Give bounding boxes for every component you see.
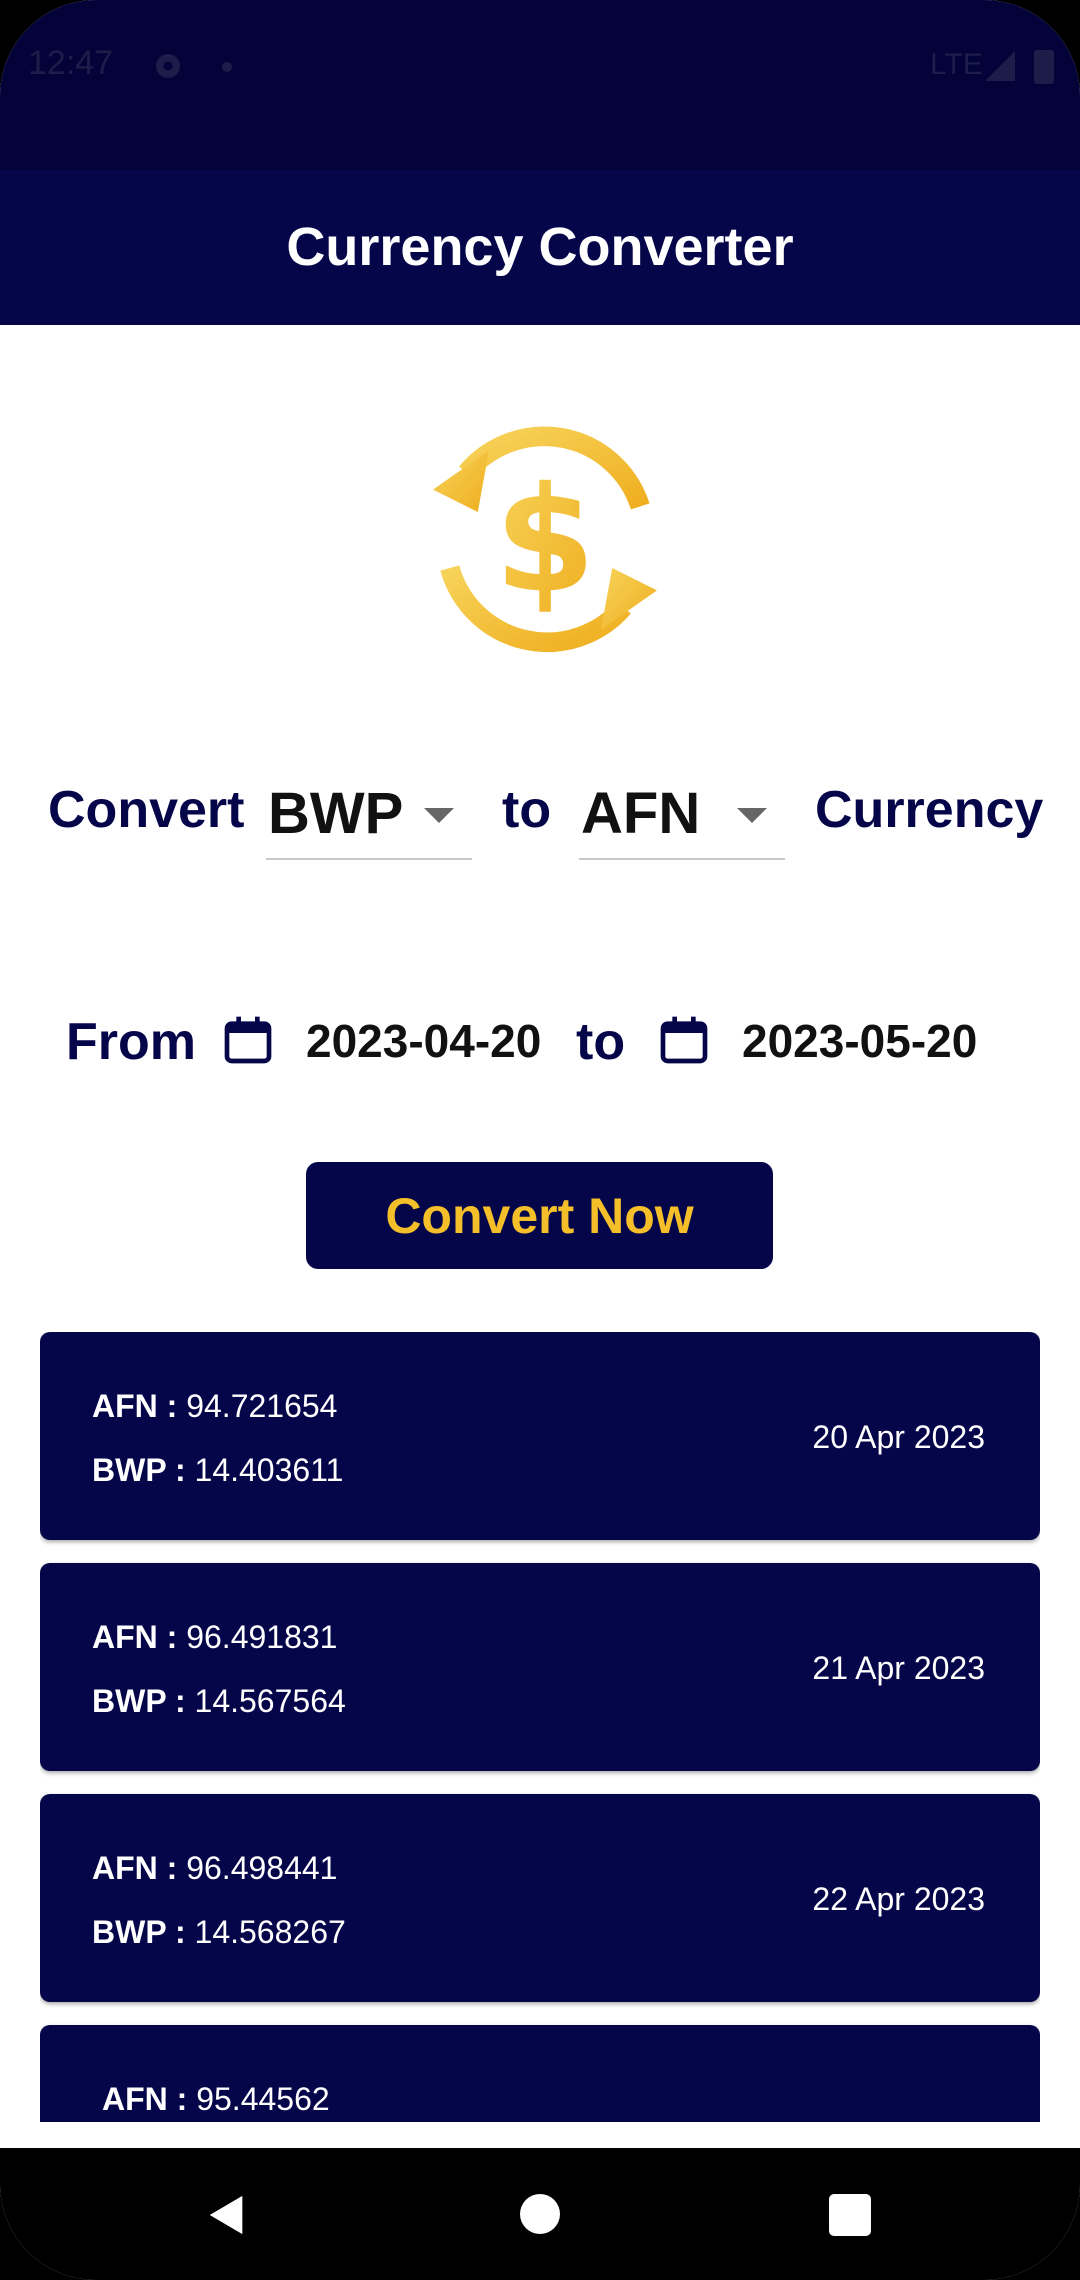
date-range-row: From 2023-04-20 to 2023-05-20 [0, 1000, 1080, 1090]
bwp-rate: BWP : 14.568267 [92, 1914, 346, 1951]
to-label: to [502, 781, 552, 839]
app-title: Currency Converter [286, 217, 794, 277]
navigation-bar [0, 2148, 1080, 2280]
bwp-label: BWP : [92, 1452, 186, 1488]
calendar-icon[interactable] [220, 1012, 276, 1068]
convert-now-button[interactable]: Convert Now [306, 1162, 773, 1269]
bwp-value: 14.403611 [194, 1452, 344, 1488]
afn-rate: AFN : 95.44562 [102, 2081, 330, 2118]
afn-rate: AFN : 94.721654 [92, 1388, 337, 1425]
afn-label: AFN : [92, 1388, 178, 1424]
afn-rate: AFN : 96.498441 [92, 1850, 337, 1887]
rate-date: 21 Apr 2023 [812, 1650, 985, 1686]
bwp-label: BWP : [92, 1683, 186, 1719]
from-currency-dropdown[interactable]: BWP [266, 770, 472, 860]
bwp-label: BWP : [92, 1914, 186, 1950]
svg-text:$: $ [494, 456, 595, 625]
app-screen: 12:47 LTE Currency Converter $ Convert B… [0, 0, 1080, 2280]
bwp-value: 14.568267 [194, 1914, 346, 1950]
afn-label: AFN : [92, 1619, 178, 1655]
from-date-value[interactable]: 2023-04-20 [306, 1014, 541, 1068]
rate-date: 22 Apr 2023 [812, 1881, 985, 1917]
afn-value: 96.491831 [186, 1619, 338, 1655]
to-date-value[interactable]: 2023-05-20 [742, 1014, 977, 1068]
battery-icon [1034, 50, 1054, 84]
to-currency-dropdown[interactable]: AFN [579, 770, 785, 860]
dot-icon [222, 62, 232, 72]
result-card[interactable]: AFN : 95.44562 [40, 2025, 1040, 2122]
status-bar: 12:47 LTE [0, 0, 1080, 170]
signal-icon [985, 51, 1015, 81]
bwp-rate: BWP : 14.403611 [92, 1452, 343, 1489]
result-card[interactable]: AFN : 96.498441 BWP : 14.568267 22 Apr 2… [40, 1794, 1040, 2002]
from-label: From [66, 1013, 196, 1071]
afn-label: AFN : [102, 2081, 188, 2117]
afn-value: 94.721654 [186, 1388, 338, 1424]
afn-rate: AFN : 96.491831 [92, 1619, 337, 1656]
network-type: LTE [930, 48, 983, 81]
dropdown-arrow-icon [424, 808, 454, 823]
bwp-value: 14.567564 [194, 1683, 346, 1719]
home-icon[interactable] [520, 2194, 560, 2234]
bwp-rate: BWP : 14.567564 [92, 1683, 346, 1720]
to-currency-value: AFN [581, 781, 701, 846]
back-icon[interactable] [204, 2190, 250, 2240]
to-date-label: to [576, 1013, 626, 1071]
rate-date: 20 Apr 2023 [812, 1419, 985, 1455]
calendar-icon[interactable] [656, 1012, 712, 1068]
status-time: 12:47 [28, 44, 114, 82]
dropdown-arrow-icon [737, 808, 767, 823]
currency-label: Currency [815, 781, 1044, 839]
convert-label: Convert [48, 781, 245, 839]
currency-exchange-icon: $ [433, 426, 657, 652]
gear-icon [156, 54, 180, 78]
afn-value: 96.498441 [186, 1850, 338, 1886]
results-list[interactable]: AFN : 94.721654 BWP : 14.403611 20 Apr 2… [40, 1332, 1040, 2122]
result-card[interactable]: AFN : 96.491831 BWP : 14.567564 21 Apr 2… [40, 1563, 1040, 1771]
afn-value: 95.44562 [196, 2081, 330, 2117]
currency-selection-row: Convert BWP to AFN Currency [0, 770, 1080, 890]
app-bar: Currency Converter [0, 170, 1080, 325]
afn-label: AFN : [92, 1850, 178, 1886]
result-card[interactable]: AFN : 94.721654 BWP : 14.403611 20 Apr 2… [40, 1332, 1040, 1540]
recents-icon[interactable] [829, 2194, 871, 2236]
from-currency-value: BWP [268, 781, 404, 846]
